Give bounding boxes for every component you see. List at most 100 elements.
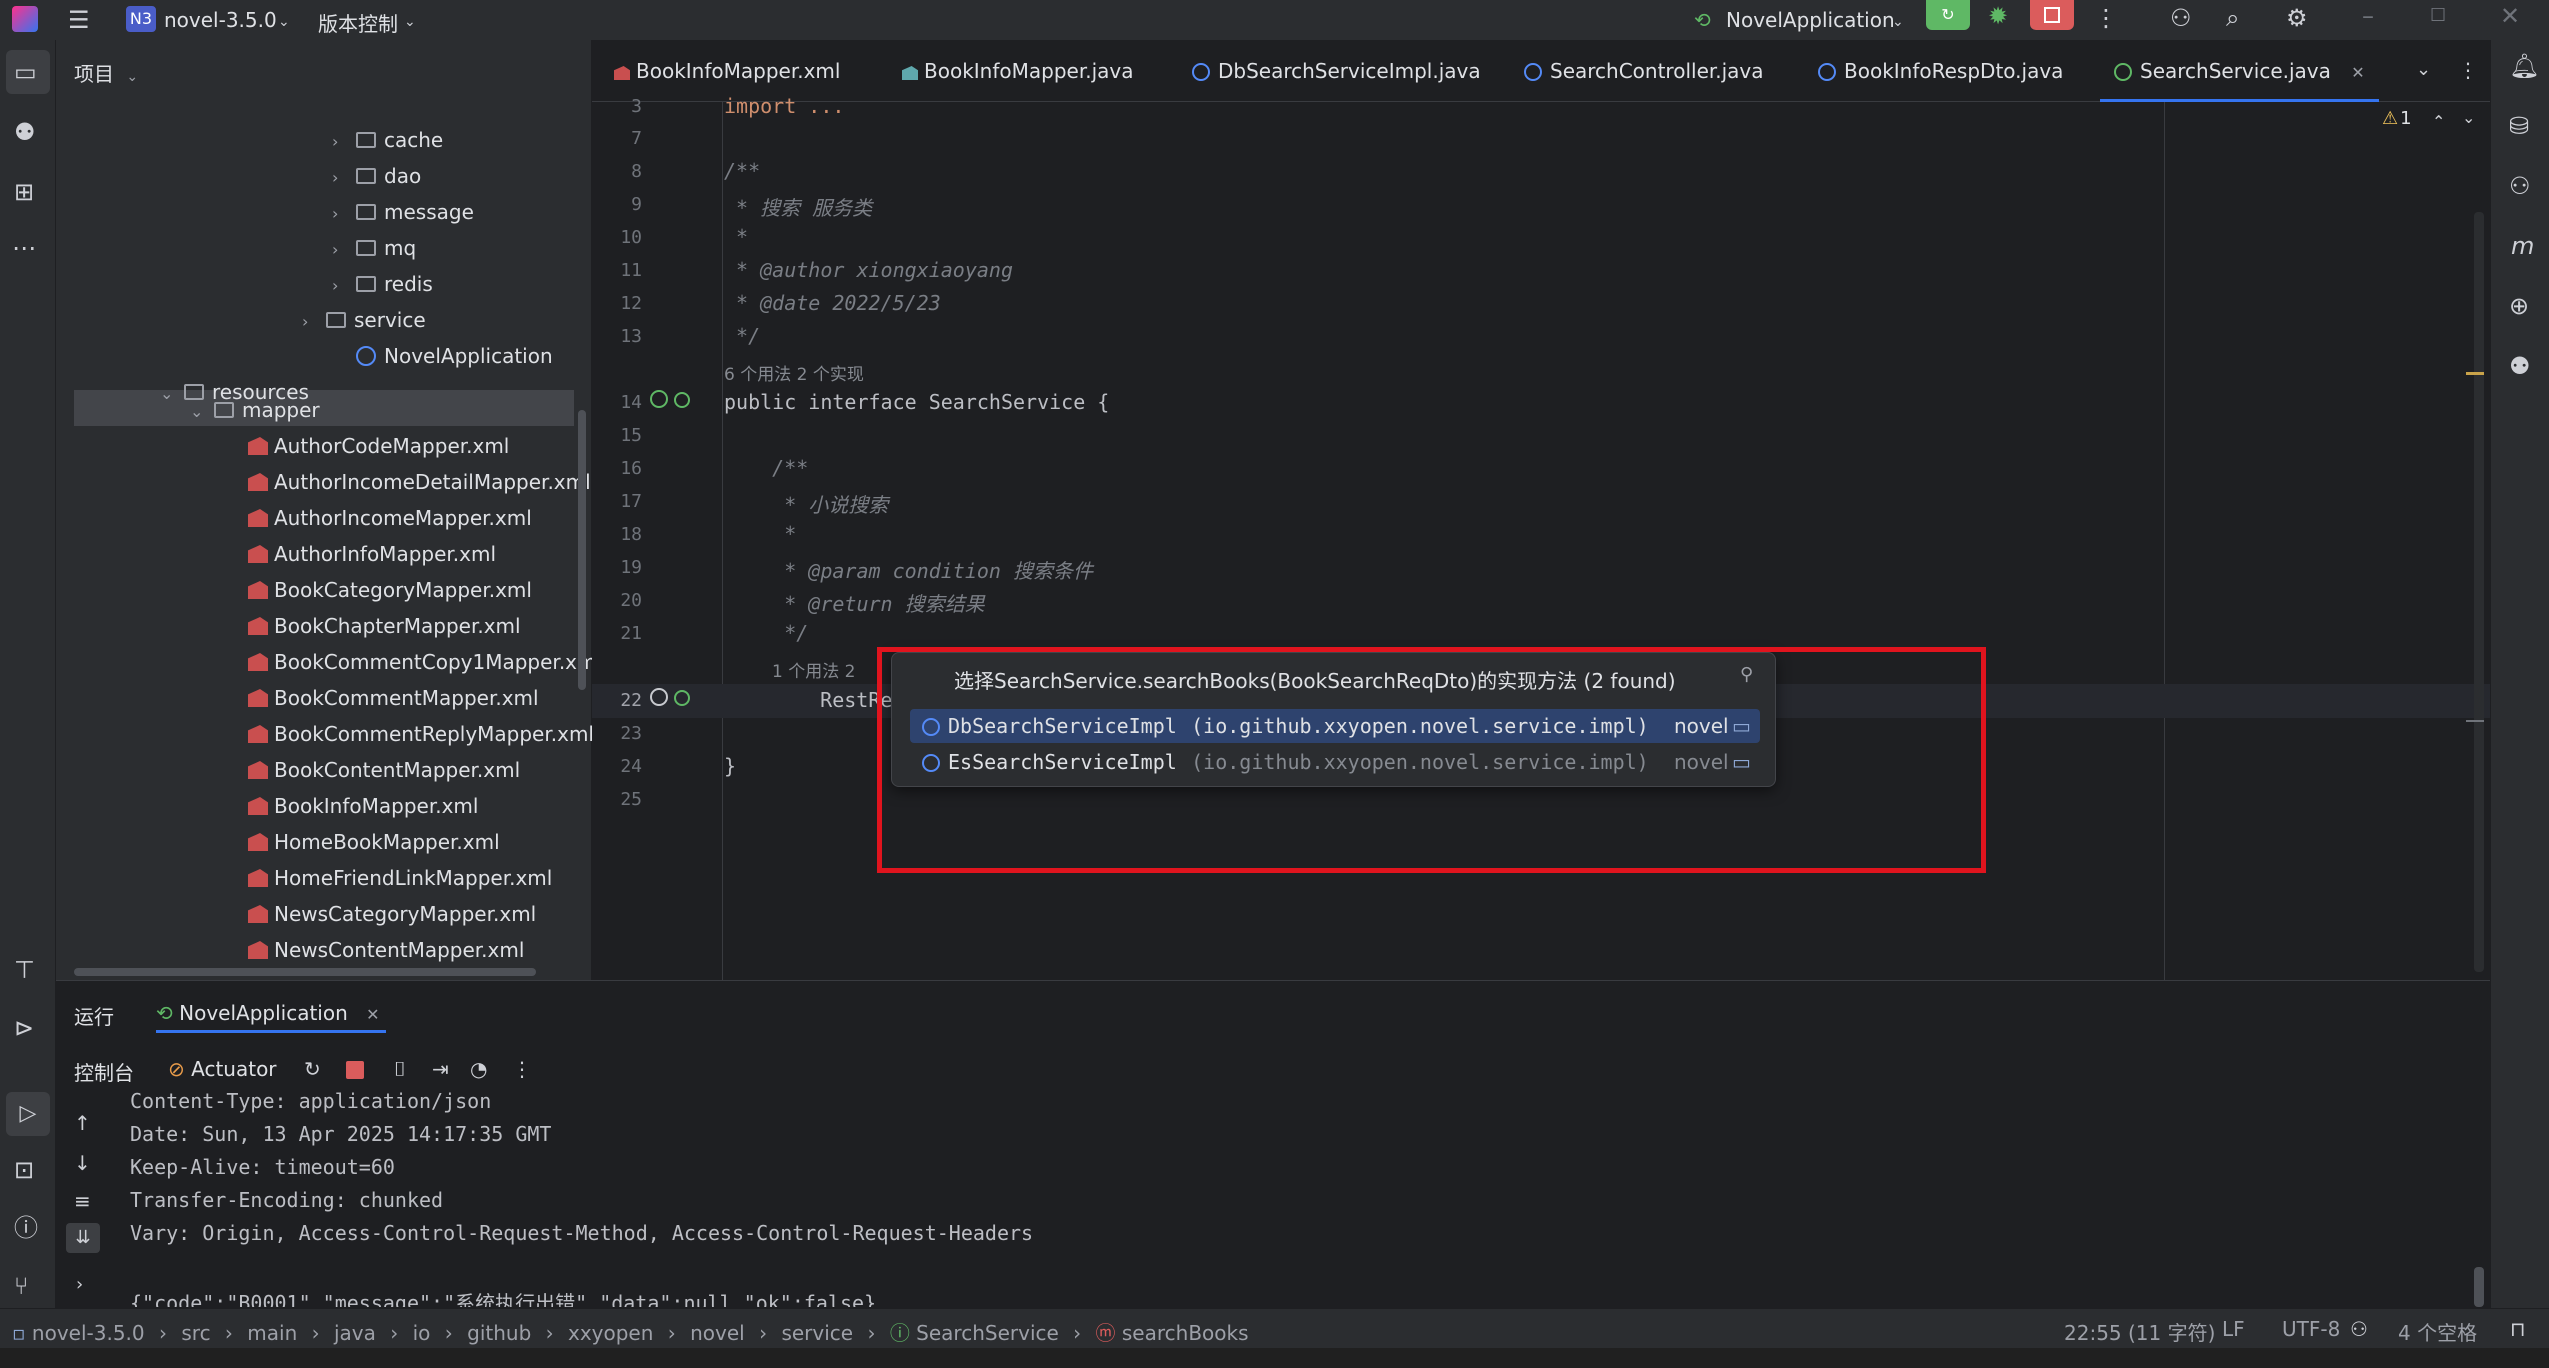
expand-icon[interactable]: ›: [76, 1273, 83, 1297]
scroll-down-icon[interactable]: ↓: [74, 1151, 91, 1175]
close-tab-icon[interactable]: ✕: [2351, 63, 2364, 82]
tree-item-dao[interactable]: › dao: [332, 158, 421, 194]
indent-setting[interactable]: 4 个空格: [2398, 1317, 2477, 1346]
console-scrollbar[interactable]: [2474, 1267, 2484, 1307]
close-window-icon[interactable]: ✕: [2500, 4, 2520, 28]
tab-searchcontroller[interactable]: SearchController.java: [1524, 40, 1764, 102]
breadcrumb-item[interactable]: github: [467, 1321, 531, 1345]
breadcrumb-item[interactable]: main: [247, 1321, 297, 1345]
scroll-to-end-button[interactable]: ⇊: [66, 1223, 100, 1253]
assistant-icon[interactable]: ⚉: [2509, 354, 2531, 378]
more-tools-icon[interactable]: ⋯: [12, 236, 36, 260]
plugin-icon[interactable]: ⚉: [14, 120, 36, 144]
warning-stripe[interactable]: [2466, 372, 2484, 375]
tree-item-service[interactable]: › service: [302, 302, 426, 338]
actuator-tab[interactable]: ⊘ Actuator: [168, 1057, 277, 1081]
breadcrumb-item[interactable]: java: [334, 1321, 376, 1345]
tab-bookinfomapper-java[interactable]: BookInfoMapper.java: [902, 40, 1133, 102]
tab-dbsearchserviceimpl[interactable]: DbSearchServiceImpl.java: [1192, 40, 1481, 102]
rerun-icon[interactable]: ↻: [304, 1057, 321, 1081]
tab-searchservice[interactable]: SearchService.java ✕: [2100, 40, 2379, 102]
project-name[interactable]: novel-3.5.0: [164, 8, 277, 32]
tree-item-file[interactable]: BookCommentMapper.xml: [248, 680, 539, 716]
more-icon[interactable]: ⋮: [2094, 6, 2118, 30]
warning-indicator[interactable]: ⚠ 1: [2382, 108, 2412, 129]
debug-icon[interactable]: ✹: [1988, 4, 2008, 28]
vertical-scrollbar[interactable]: [578, 410, 586, 690]
line-separator[interactable]: LF: [2222, 1317, 2245, 1341]
breadcrumb-item[interactable]: src: [181, 1321, 210, 1345]
tree-item-mapper[interactable]: ⌄ mapper: [190, 392, 320, 428]
more-icon[interactable]: ⋮: [2458, 58, 2478, 82]
chevron-down-icon[interactable]: ⌄: [2416, 58, 2431, 82]
add-user-icon[interactable]: ⚇: [2170, 6, 2192, 30]
database-icon[interactable]: ⛁: [2509, 114, 2529, 138]
tree-item-file[interactable]: HomeFriendLinkMapper.xml: [248, 860, 552, 896]
console-tab[interactable]: 控制台: [74, 1057, 134, 1086]
stop-button[interactable]: [2030, 0, 2074, 30]
breadcrumb-item[interactable]: novel-3.5.0: [32, 1321, 145, 1345]
vcs-menu[interactable]: 版本控制: [318, 8, 398, 37]
tree-item-file[interactable]: AuthorIncomeDetailMapper.xml: [248, 464, 591, 500]
project-panel-header[interactable]: 项目 ⌄: [74, 58, 138, 87]
search-icon[interactable]: ⌕: [2226, 6, 2239, 30]
spring-bean-gutter-icon[interactable]: [674, 392, 690, 408]
editor-scrollbar[interactable]: [2474, 212, 2484, 972]
horizontal-scrollbar[interactable]: [74, 968, 536, 976]
scroll-up-icon[interactable]: ↑: [74, 1111, 91, 1135]
camera-icon[interactable]: ⌷: [394, 1057, 406, 1081]
tree-item-file[interactable]: NewsContentMapper.xml: [248, 932, 524, 968]
web-icon[interactable]: ⊕: [2509, 294, 2529, 318]
caret-position[interactable]: 22:55 (11 字符): [2064, 1317, 2215, 1346]
tree-item-file[interactable]: AuthorInfoMapper.xml: [248, 536, 496, 572]
main-menu-icon[interactable]: ☰: [68, 8, 90, 32]
file-encoding[interactable]: UTF-8: [2282, 1317, 2340, 1341]
breadcrumb-item[interactable]: SearchService: [916, 1321, 1059, 1345]
breadcrumb-item[interactable]: xxyopen: [568, 1321, 653, 1345]
tree-item-message[interactable]: › message: [332, 194, 474, 230]
settings-icon[interactable]: ⚙: [2286, 6, 2308, 30]
problems-icon[interactable]: ⓘ: [14, 1216, 38, 1240]
run-config-name[interactable]: NovelApplication: [1726, 8, 1895, 32]
tree-item-file[interactable]: HomeBookMapper.xml: [248, 824, 500, 860]
tab-bookinforespdto[interactable]: BookInfoRespDto.java: [1818, 40, 2063, 102]
copilot-status-icon[interactable]: ⚇: [2350, 1317, 2368, 1341]
tab-bookinfomapper-xml[interactable]: BookInfoMapper.xml: [614, 40, 840, 102]
tree-item-file[interactable]: BookChapterMapper.xml: [248, 608, 521, 644]
close-tab-icon[interactable]: ✕: [366, 1005, 379, 1024]
copilot-icon[interactable]: ⚇: [2509, 174, 2531, 198]
soft-wrap-icon[interactable]: ≡: [74, 1189, 91, 1213]
tree-item-file[interactable]: BookCommentReplyMapper.xml: [248, 716, 594, 752]
breadcrumb-item[interactable]: novel: [690, 1321, 745, 1345]
tree-item-redis[interactable]: › redis: [332, 266, 433, 302]
tree-item-file[interactable]: BookInfoMapper.xml: [248, 788, 478, 824]
build-icon[interactable]: ⊤: [14, 958, 35, 982]
breadcrumb-item[interactable]: io: [413, 1321, 431, 1345]
spring-bean-gutter-icon[interactable]: [674, 690, 690, 706]
tree-item-cache[interactable]: › cache: [332, 122, 443, 158]
stop-button[interactable]: [346, 1061, 364, 1079]
breadcrumb-item[interactable]: searchBooks: [1122, 1321, 1249, 1345]
chevron-up-icon[interactable]: ⌃: [2432, 110, 2445, 134]
implemented-gutter-icon[interactable]: [650, 390, 668, 408]
services-icon[interactable]: ⊳: [14, 1016, 34, 1040]
tree-item-mq[interactable]: › mq: [332, 230, 416, 266]
maven-icon[interactable]: m: [2511, 234, 2534, 258]
exit-icon[interactable]: ⇥: [432, 1057, 449, 1081]
tree-item-file[interactable]: AuthorIncomeMapper.xml: [248, 500, 532, 536]
minimize-icon[interactable]: –: [2362, 4, 2374, 28]
maximize-icon[interactable]: ☐: [2430, 4, 2446, 28]
tree-item-file[interactable]: NewsCategoryMapper.xml: [248, 896, 536, 932]
tree-item-file[interactable]: BookCommentCopy1Mapper.xml: [248, 644, 602, 680]
breadcrumb-item[interactable]: service: [781, 1321, 853, 1345]
usage-inlay-hint[interactable]: 6 个用法 2 个实现: [724, 360, 864, 385]
terminal-icon[interactable]: ⊡: [14, 1158, 34, 1182]
chevron-down-icon[interactable]: ⌄: [2462, 106, 2475, 130]
tree-item-file[interactable]: BookCategoryMapper.xml: [248, 572, 532, 608]
structure-icon[interactable]: ⊞: [14, 180, 34, 204]
run-tool-button[interactable]: ▷: [6, 1092, 50, 1136]
rerun-button[interactable]: ↻: [1926, 0, 1970, 30]
implemented-gutter-icon[interactable]: [650, 688, 668, 706]
tree-item-file[interactable]: AuthorCodeMapper.xml: [248, 428, 509, 464]
lock-icon[interactable]: ⊓: [2510, 1317, 2526, 1341]
